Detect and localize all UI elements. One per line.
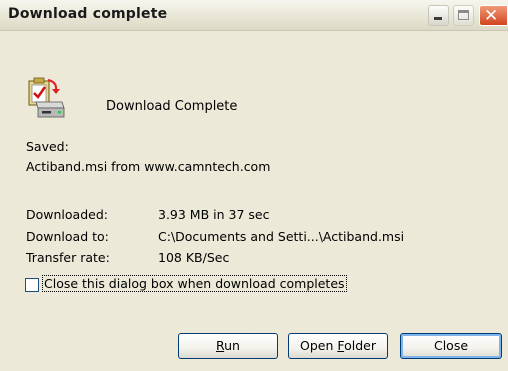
download-complete-heading: Download Complete bbox=[106, 99, 238, 114]
maximize-icon bbox=[458, 10, 469, 20]
close-icon: ✕ bbox=[484, 6, 499, 26]
window-title: Download complete bbox=[8, 6, 168, 22]
saved-file: Actiband.msi from www.camntech.com bbox=[26, 159, 271, 174]
close-when-complete-label[interactable]: Close this dialog box when download comp… bbox=[42, 275, 347, 292]
title-bar[interactable]: Download complete ✕ bbox=[0, 0, 508, 31]
downloaded-value: 3.93 MB in 37 sec bbox=[158, 207, 270, 222]
run-accel: R bbox=[216, 338, 225, 353]
run-button[interactable]: Run bbox=[178, 333, 278, 359]
maximize-button[interactable] bbox=[453, 5, 474, 26]
close-window-button[interactable]: ✕ bbox=[479, 5, 508, 26]
download-to-value: C:\Documents and Setti...\Actiband.msi bbox=[158, 229, 405, 244]
transfer-rate-label: Transfer rate: bbox=[26, 250, 110, 265]
downloaded-label: Downloaded: bbox=[26, 207, 108, 222]
close-button[interactable]: Close bbox=[400, 333, 502, 359]
open-folder-label-pre: Open bbox=[299, 338, 338, 353]
open-folder-label-rest: older bbox=[344, 338, 376, 353]
run-label: un bbox=[224, 338, 240, 353]
transfer-rate-value: 108 KB/Sec bbox=[158, 250, 230, 265]
download-to-label: Download to: bbox=[26, 229, 109, 244]
close-when-complete-checkbox[interactable] bbox=[25, 278, 39, 292]
minimize-button[interactable] bbox=[428, 5, 449, 26]
minimize-icon bbox=[434, 17, 442, 20]
saved-label: Saved: bbox=[26, 139, 69, 154]
open-folder-button[interactable]: Open Folder bbox=[288, 333, 388, 359]
download-complete-icon bbox=[28, 77, 65, 118]
